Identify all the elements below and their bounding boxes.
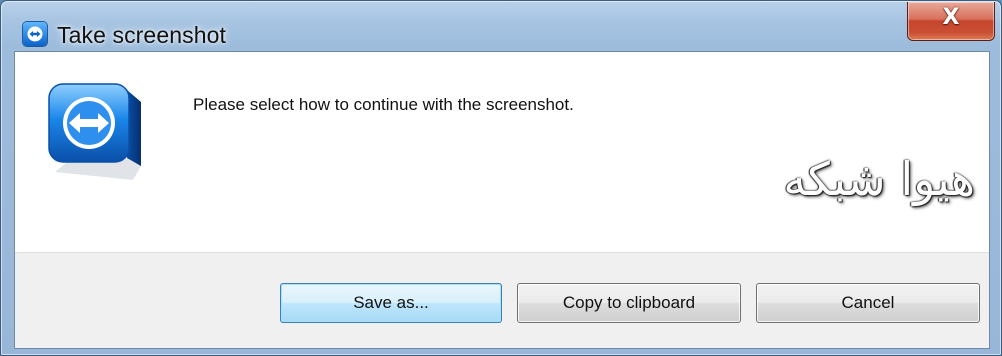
title-bar[interactable]: Take screenshot X — [1, 1, 1001, 51]
dialog-client-area: Please select how to continue with the s… — [14, 51, 990, 349]
dialog-window: Take screenshot X Please select how to c… — [0, 0, 1002, 356]
teamviewer-icon — [23, 22, 47, 46]
close-icon: X — [942, 5, 960, 30]
copy-to-clipboard-button[interactable]: Copy to clipboard — [517, 283, 741, 323]
watermark: هیوا شبکه — [655, 152, 975, 212]
cancel-button[interactable]: Cancel — [756, 283, 980, 323]
window-title: Take screenshot — [57, 22, 226, 48]
save-as-button[interactable]: Save as... — [280, 283, 502, 323]
dialog-content: Please select how to continue with the s… — [15, 52, 989, 253]
watermark-text: هیوا شبکه — [783, 152, 975, 206]
close-button[interactable]: X — [907, 2, 995, 41]
dialog-message: Please select how to continue with the s… — [193, 95, 574, 114]
teamviewer-logo-icon — [45, 82, 145, 190]
